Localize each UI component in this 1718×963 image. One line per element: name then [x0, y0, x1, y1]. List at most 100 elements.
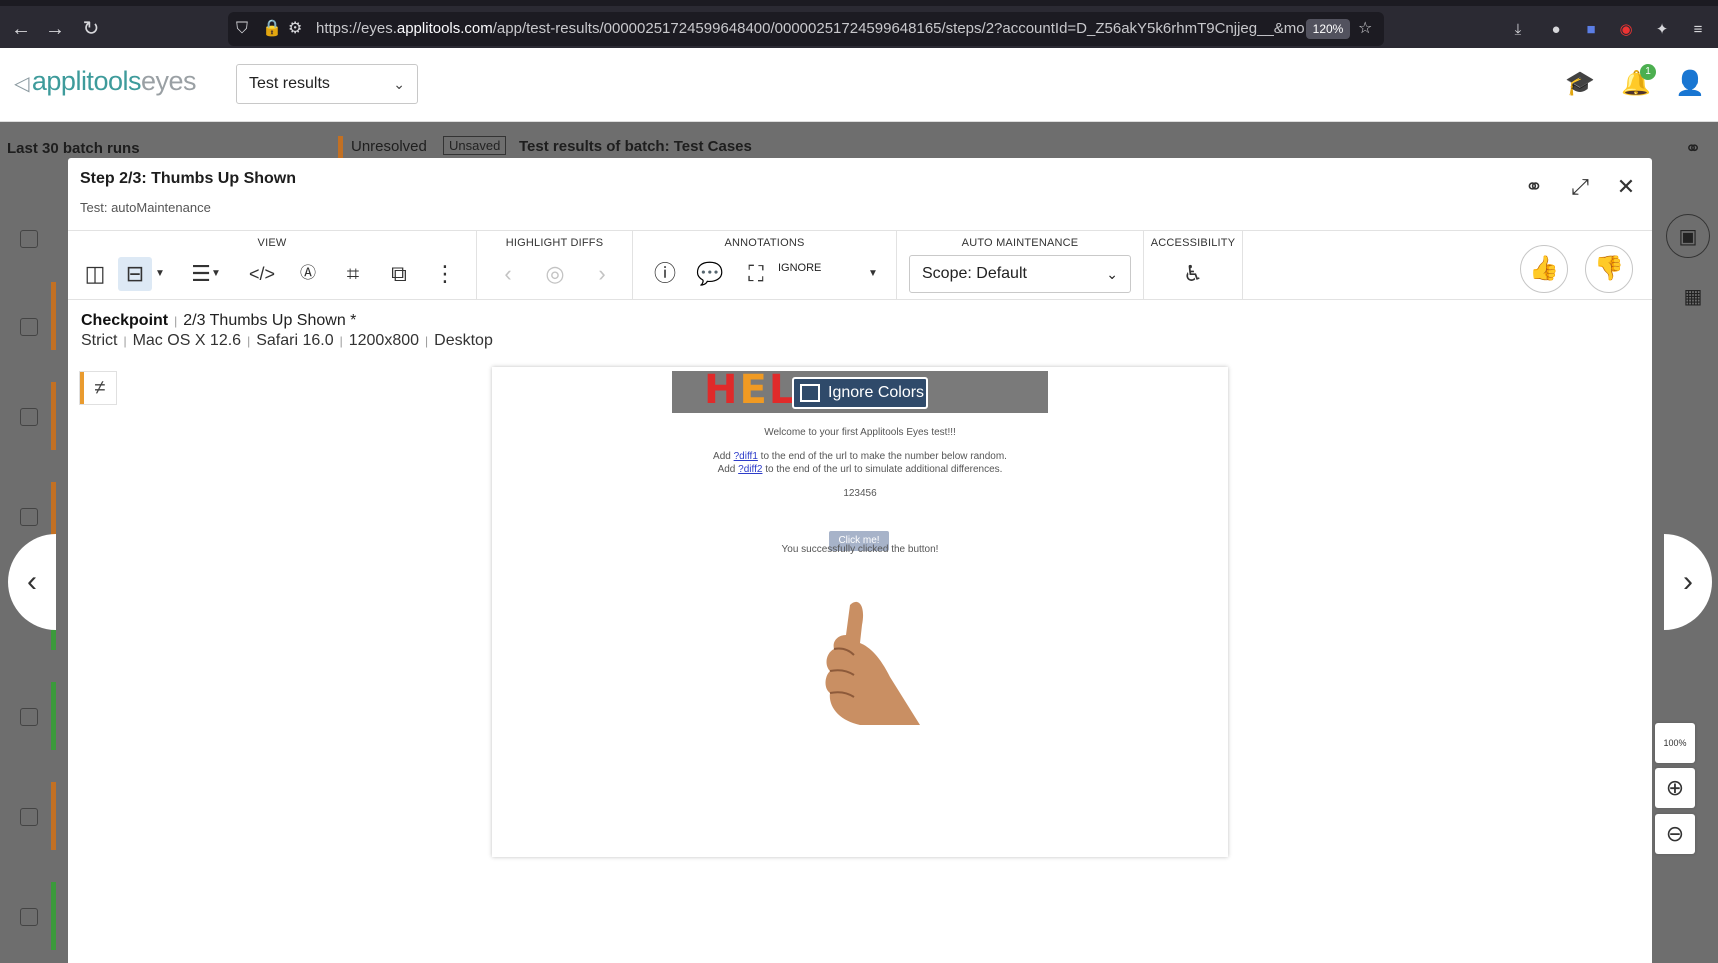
row-checkbox[interactable] — [20, 808, 38, 826]
code-icon[interactable]: </> — [245, 257, 279, 291]
batch-title: Test results of batch: Test Cases — [519, 138, 752, 155]
diff2-link[interactable]: ?diff2 — [738, 464, 762, 475]
extension-record-icon[interactable]: ◉ — [1616, 20, 1636, 40]
ignore-label[interactable]: IGNORE — [778, 262, 821, 274]
diff1-link[interactable]: ?diff1 — [734, 451, 758, 462]
ignore-colors-region[interactable]: Ignore Colors — [792, 377, 928, 409]
environment-info: Strict | Mac OS X 12.6 | Safari 16.0 | 1200x80… — [81, 332, 493, 349]
lock-icon[interactable]: 🔒 — [262, 19, 282, 39]
checkpoint-header: Checkpoint | 2/3 Thumbs Up Shown * — [81, 312, 357, 329]
reload-icon[interactable]: ↻ — [78, 16, 104, 42]
forward-icon[interactable]: → — [42, 16, 68, 42]
fit-zoom-button[interactable]: 100% — [1655, 723, 1695, 763]
applitools-logo[interactable]: ◁ applitoolseyes — [14, 66, 197, 97]
annotations-label: ANNOTATIONS — [724, 237, 805, 249]
row-status-stripe — [51, 682, 56, 750]
expand-icon[interactable]: ⤢ — [1565, 172, 1595, 202]
save-icon[interactable]: ▣ — [1666, 214, 1710, 258]
welcome-text: Welcome to your first Applitools Eyes te… — [764, 427, 956, 438]
table-settings-icon[interactable]: ▦ — [1678, 282, 1708, 312]
scope-select[interactable]: Scope: Default ⌄ — [909, 255, 1131, 293]
status-stripe — [338, 136, 343, 158]
single-view-icon[interactable]: ⊟ — [118, 257, 152, 291]
share-icon[interactable]: ⚭ — [1519, 172, 1549, 202]
extensions-puzzle-icon[interactable]: ✦ — [1652, 20, 1672, 40]
share-icon[interactable]: ⚭ — [1678, 134, 1708, 164]
row-checkbox[interactable] — [20, 230, 38, 248]
crop-icon[interactable]: ⌗ — [336, 257, 370, 291]
clicked-message: You successfully clicked the button! — [781, 544, 939, 555]
row-checkbox[interactable] — [20, 708, 38, 726]
notification-badge: 1 — [1640, 64, 1656, 80]
step-editor-modal: Step 2/3: Thumbs Up Shown Test: autoMain… — [68, 158, 1695, 963]
diff-status-marker[interactable]: ≠ — [80, 372, 116, 404]
close-icon[interactable]: ✕ — [1611, 172, 1641, 202]
app-header: ◁ applitoolseyes Test results ⌄ 🎓 🔔 1 👤 — [0, 48, 1718, 122]
thumbs-up-button[interactable]: 👍 — [1520, 245, 1568, 293]
checkpoint-name: 2/3 Thumbs Up Shown * — [183, 312, 357, 329]
row-status-stripe — [51, 782, 56, 850]
highlight-diffs-label: HIGHLIGHT DIFFS — [505, 237, 604, 249]
ignore-region-icon[interactable]: ⛶ — [739, 257, 773, 291]
instruction-line-1: Add ?diff1 to the end of the url to make… — [713, 451, 1007, 462]
row-status-stripe — [51, 882, 56, 950]
checkpoint-image[interactable]: HELRLD! Ignore Colors Welcome to your fi… — [492, 367, 1228, 857]
sidebar-title: Last 30 batch runs — [7, 140, 140, 157]
shield-icon[interactable]: ⛉ — [236, 19, 248, 39]
row-status-stripe — [51, 282, 56, 350]
zoom-out-icon[interactable]: ⊖ — [1655, 814, 1695, 854]
prev-diff-icon[interactable]: ‹ — [491, 257, 525, 291]
auto-maintenance-label: AUTO MAINTENANCE — [961, 237, 1079, 249]
more-options-icon[interactable]: ⋮ — [428, 257, 462, 291]
caret-down-icon[interactable]: ▼ — [152, 257, 168, 291]
modal-title: Step 2/3: Thumbs Up Shown — [80, 170, 297, 187]
back-icon[interactable]: ← — [8, 16, 34, 42]
step-toolbar: VIEW ◫ ⊟ ▼ ☰ ▼ </> Ⓐ ⌗ ⧉ ⋮ HIGHLIGHT DIF… — [68, 230, 1652, 300]
thumbs-down-button[interactable]: 👎 — [1585, 245, 1633, 293]
next-diff-icon[interactable]: › — [585, 257, 619, 291]
caret-down-icon[interactable]: ▼ — [208, 257, 224, 291]
status-text: Unresolved — [351, 138, 427, 155]
bug-region-icon[interactable]: ⓘ — [648, 257, 682, 291]
download-icon[interactable]: ⤓ — [1508, 20, 1528, 40]
user-menu-icon[interactable]: 👤 — [1674, 68, 1706, 100]
accessibility-label: ACCESSIBILITY — [1150, 237, 1236, 249]
test-name: Test: autoMaintenance — [80, 200, 211, 215]
row-checkbox[interactable] — [20, 408, 38, 426]
chevron-down-icon: ⌄ — [393, 76, 405, 92]
region-select-icon[interactable]: ⧉ — [382, 257, 416, 291]
menu-icon[interactable]: ≡ — [1688, 20, 1708, 40]
browser-toolbar: ← → ↻ ⛉ 🔒 ⚙ https://eyes.applitools.com/… — [0, 0, 1718, 48]
row-checkbox[interactable] — [20, 318, 38, 336]
logo-mark-icon: ◁ — [14, 73, 29, 95]
highlight-diff-icon[interactable]: ◎ — [538, 257, 572, 291]
hello-world-banner: HELRLD! Ignore Colors — [672, 371, 1048, 413]
accessibility-section: ACCESSIBILITY ♿ — [1144, 231, 1243, 299]
chevron-down-icon: ⌄ — [1106, 266, 1118, 282]
thumbs-up-image — [825, 601, 920, 725]
bookmark-star-icon[interactable]: ☆ — [1358, 19, 1372, 39]
highlight-diffs-section: HIGHLIGHT DIFFS ‹ ◎ › — [477, 231, 633, 299]
view-label: VIEW — [257, 237, 287, 249]
extension-video-icon[interactable]: ■ — [1581, 20, 1601, 40]
address-bar[interactable]: ⛉ 🔒 ⚙ https://eyes.applitools.com/app/te… — [228, 12, 1384, 46]
comment-icon[interactable]: 💬 — [693, 257, 727, 291]
zoom-in-icon[interactable]: ⊕ — [1655, 768, 1695, 808]
view-select[interactable]: Test results ⌄ — [236, 64, 418, 104]
accessibility-icon[interactable]: ♿ — [1176, 257, 1210, 291]
row-checkbox[interactable] — [20, 908, 38, 926]
graduation-cap-icon[interactable]: 🎓 — [1564, 68, 1596, 100]
instruction-line-2: Add ?diff2 to the end of the url to simu… — [717, 464, 1003, 475]
annotations-section: ANNOTATIONS ⓘ 💬 ⛶ IGNORE ▼ — [633, 231, 897, 299]
row-status-stripe — [51, 382, 56, 450]
unsaved-badge: Unsaved — [443, 136, 507, 155]
url-text[interactable]: https://eyes.applitools.com/app/test-res… — [316, 12, 1316, 46]
side-by-side-icon[interactable]: ◫ — [78, 257, 112, 291]
row-checkbox[interactable] — [20, 508, 38, 526]
permissions-icon[interactable]: ⚙ — [288, 19, 302, 39]
extension-red-icon[interactable]: ● — [1546, 20, 1566, 40]
ab-compare-icon[interactable]: Ⓐ — [291, 257, 325, 291]
caret-down-icon[interactable]: ▼ — [865, 257, 881, 291]
zoom-level[interactable]: 120% — [1306, 19, 1350, 39]
view-section: VIEW ◫ ⊟ ▼ ☰ ▼ </> Ⓐ ⌗ ⧉ ⋮ — [68, 231, 477, 299]
